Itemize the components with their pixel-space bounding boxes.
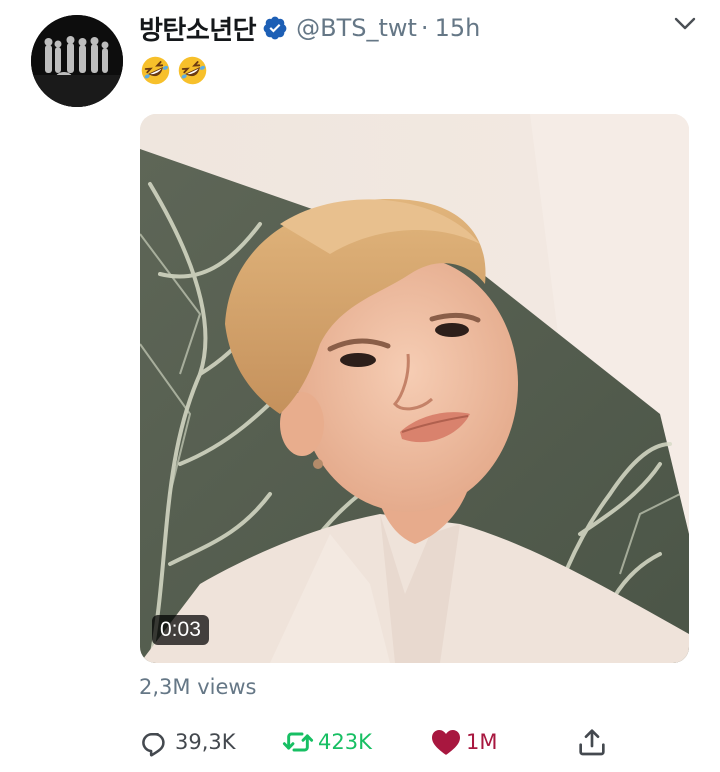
retweet-arrows-icon <box>282 732 314 752</box>
retweet-count: 423K <box>318 730 372 754</box>
like-count: 1M <box>466 730 498 754</box>
reply-count: 39,3K <box>175 730 236 754</box>
rolling-on-floor-laughing-emoji <box>178 56 207 85</box>
avatar-image <box>31 15 123 107</box>
like-button[interactable]: 1M <box>430 722 497 762</box>
rolling-on-floor-laughing-emoji <box>141 56 170 85</box>
view-count: 2,3M views <box>139 675 257 699</box>
share-button[interactable] <box>576 722 608 762</box>
chevron-down-icon[interactable] <box>670 8 700 38</box>
tweet-header: 방탄소년단 @BTS_twt · 15h <box>139 8 700 48</box>
speech-bubble-icon <box>142 733 165 757</box>
retweet-button[interactable]: 423K <box>282 722 372 762</box>
video-player[interactable]: 0:03 <box>140 114 689 663</box>
video-thumbnail <box>140 114 689 663</box>
heart-icon <box>432 730 460 755</box>
tweet-timestamp[interactable]: 15h <box>435 14 481 42</box>
user-handle[interactable]: @BTS_twt <box>296 14 417 42</box>
verified-badge-icon <box>263 16 287 40</box>
avatar[interactable] <box>31 15 123 107</box>
video-duration-badge: 0:03 <box>152 615 209 645</box>
tweet-actions: 39,3K 423K 1M <box>139 722 619 762</box>
share-upload-icon <box>579 729 605 756</box>
display-name[interactable]: 방탄소년단 <box>139 10 257 47</box>
reply-button[interactable]: 39,3K <box>139 722 236 762</box>
tweet-text <box>139 54 209 88</box>
header-separator: · <box>420 14 429 42</box>
